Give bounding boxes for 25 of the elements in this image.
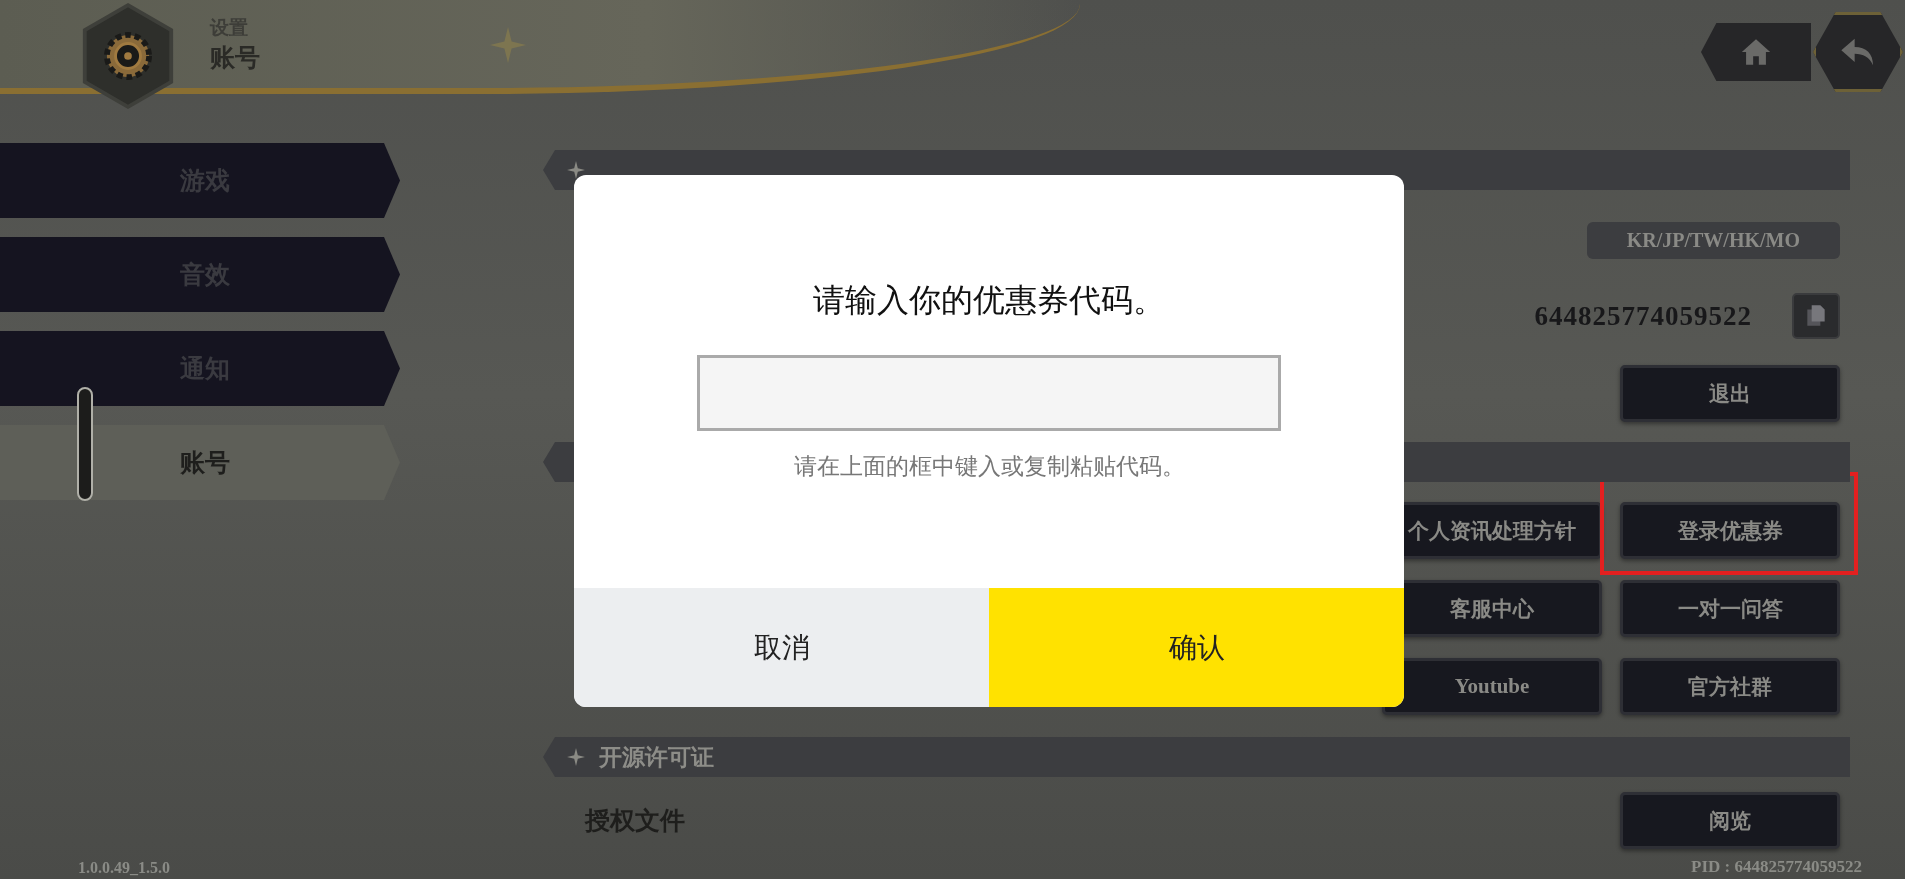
server-region-tag: KR/JP/TW/HK/MO [1586, 222, 1840, 259]
logout-button[interactable]: 退出 [1620, 365, 1840, 422]
gear-icon [80, 1, 176, 111]
sidebar-tab[interactable]: 账号 [0, 425, 400, 500]
link-button[interactable]: 登录优惠券 [1620, 502, 1840, 559]
sparkle-icon [490, 27, 526, 63]
user-id: 644825774059522 [1534, 300, 1752, 332]
star-icon [567, 748, 585, 766]
copy-button[interactable] [1792, 293, 1840, 339]
cancel-button[interactable]: 取消 [574, 588, 989, 707]
dialog-title: 请输入你的优惠券代码。 [813, 280, 1165, 321]
coupon-code-field[interactable] [697, 355, 1281, 431]
link-button[interactable]: 一对一问答 [1620, 580, 1840, 637]
view-button[interactable]: 阅览 [1620, 792, 1840, 849]
scrollbar[interactable] [77, 387, 93, 501]
star-icon [567, 161, 585, 179]
version-text: 1.0.0.49_1.5.0 [78, 859, 170, 877]
back-button[interactable] [1813, 12, 1903, 92]
player-id-text: PID : 644825774059522 [1691, 857, 1862, 877]
link-button[interactable]: Youtube [1382, 658, 1602, 715]
confirm-button[interactable]: 确认 [989, 588, 1404, 707]
home-button[interactable] [1701, 23, 1811, 81]
dialog-hint: 请在上面的框中键入或复制粘贴代码。 [793, 452, 1185, 481]
link-button[interactable]: 官方社群 [1620, 658, 1840, 715]
section-title: 开源许可证 [599, 743, 714, 772]
